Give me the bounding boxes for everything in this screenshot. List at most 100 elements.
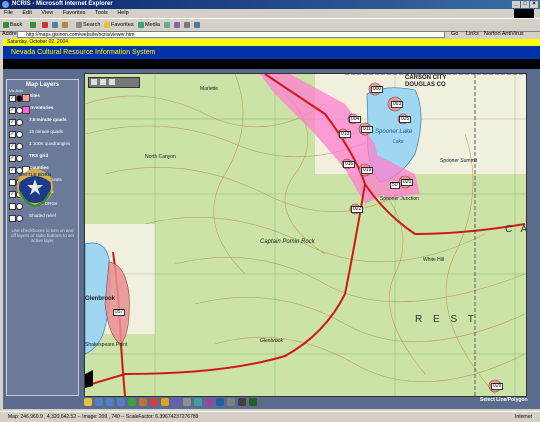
layer-visible-checkbox[interactable]: ✓ [9, 143, 16, 150]
zoom-in-icon[interactable] [84, 398, 92, 406]
map-view[interactable]: CARSON CITY DOUGLAS CO Spooner Lake Spoo… [84, 73, 527, 397]
layer-label: Shaded relief [29, 213, 57, 218]
go-button[interactable]: Go [451, 30, 458, 39]
clear-selection-icon[interactable] [227, 398, 235, 406]
map-label-spooner-summit: Spooner Summit [440, 158, 478, 164]
address-input[interactable]: http://maps.gisinon.com/website/ncris/vi… [17, 31, 445, 38]
site-label: 003 [391, 101, 404, 108]
select-line-icon[interactable] [205, 398, 213, 406]
site-label: 011 [361, 126, 373, 133]
zoom-full-icon[interactable] [106, 398, 114, 406]
stop-icon [42, 21, 48, 28]
map-label-lake: Lake [393, 139, 404, 145]
buffer-icon[interactable] [216, 398, 224, 406]
zoom-out-icon[interactable] [95, 398, 103, 406]
map-label-glenbrook-creek: Glenbrook [260, 338, 284, 344]
media-icon [138, 21, 144, 28]
windows-flag-icon [514, 9, 534, 18]
menu-file[interactable]: File [4, 10, 13, 16]
zoom-last-icon[interactable] [128, 398, 136, 406]
legend-icon[interactable] [109, 79, 115, 85]
menu-edit[interactable]: Edit [22, 10, 31, 16]
home-icon [62, 21, 68, 28]
site-label: 000 [371, 86, 384, 93]
site-label: 004 [349, 116, 362, 123]
help-icon[interactable] [249, 398, 257, 406]
layer-visible-checkbox[interactable]: ✓ [9, 119, 16, 126]
links-button[interactable]: Links [466, 30, 479, 39]
refresh-icon [52, 21, 58, 28]
status-bar: Map: 246,960.9 , 4,320,642.52 -- Image: … [0, 411, 540, 422]
layer-active-radio[interactable] [16, 119, 23, 126]
site-label: 019 [361, 167, 374, 174]
map-label-captain-pomin-rock: Captain Pomin Rock [260, 239, 315, 245]
menu-tools[interactable]: Tools [95, 10, 108, 16]
layer-visible-checkbox[interactable]: ✓ [9, 107, 16, 114]
site-label: 057 [113, 309, 126, 316]
layer-row: ✓ Inventories [7, 105, 78, 117]
highway-50-label: 50 [390, 182, 400, 189]
search-label: Search [83, 22, 101, 28]
select-rectangle-icon[interactable] [194, 398, 202, 406]
layers-panel: Map Layers Vis Actv ✓ Sites ✓ Inventories ✓ 7… [6, 79, 79, 396]
layer-active-radio[interactable] [16, 143, 23, 150]
layer-label: 15 minute quads [29, 129, 63, 134]
edit-icon [194, 21, 200, 28]
window-title: NCRIS - Microsoft Internet Explorer [12, 1, 113, 7]
close-button[interactable]: × [530, 1, 538, 8]
layer-active-radio[interactable] [16, 131, 23, 138]
layer-swatch-icon [22, 106, 30, 114]
back-arrow-icon [3, 21, 9, 28]
site-label: 022 [351, 206, 364, 213]
map-label-spooner-junction: Spooner Junction [380, 196, 419, 202]
map-mini-toolbar [88, 77, 140, 88]
layer-visible-checkbox[interactable] [9, 215, 16, 222]
zoom-active-icon[interactable] [117, 398, 125, 406]
minimize-button[interactable]: _ [512, 1, 520, 8]
ie-logo-icon [2, 1, 9, 8]
menu-help[interactable]: Help [117, 10, 128, 16]
layer-active-radio[interactable] [16, 215, 23, 222]
find-icon[interactable] [172, 398, 180, 406]
map-label-marlette: Marlette [200, 86, 219, 92]
site-label: 025 [399, 116, 412, 123]
overview-map-icon[interactable] [91, 79, 97, 85]
layer-list-icon[interactable] [100, 79, 106, 85]
menu-view[interactable]: View [41, 10, 53, 16]
menu-favorites[interactable]: Favorites [63, 10, 86, 16]
topo-map [85, 74, 526, 396]
query-icon[interactable] [161, 398, 169, 406]
map-label-rest: R E S T [415, 314, 478, 325]
seal-motto: BATTLE BORN [19, 172, 51, 177]
layer-visible-checkbox[interactable]: ✓ [9, 131, 16, 138]
norton-antivirus-button[interactable]: Norton AntiVirus [484, 30, 524, 39]
pan-icon[interactable] [139, 398, 147, 406]
print-map-icon[interactable] [238, 398, 246, 406]
measure-icon[interactable] [183, 398, 191, 406]
print-icon [184, 21, 190, 28]
layer-row: ✓ 7.5 minute quads [7, 117, 78, 129]
maximize-button[interactable]: □ [521, 1, 529, 8]
layer-label: Inventories [29, 105, 54, 110]
back-label: Back [10, 22, 23, 28]
map-label-carson-city: CARSON CITY [405, 75, 447, 81]
identify-icon[interactable] [150, 398, 158, 406]
layer-label: TRS grid [29, 153, 49, 158]
map-label-white-hill: White Hill [423, 257, 445, 263]
site-label: 020 [401, 179, 414, 186]
map-label-north-canyon: North Canyon [145, 154, 176, 160]
date-bar: Saturday, October 02, 2004 [3, 39, 540, 46]
layer-row: Shaded relief [7, 213, 78, 225]
layer-label: 7.5 minute quads [29, 117, 67, 122]
mail-icon [174, 21, 180, 28]
select-mode-label: Select Line/Polygon [480, 397, 528, 403]
layer-hint: Use checkboxes to turn on and off layers… [11, 228, 74, 243]
favorites-star-icon [104, 21, 110, 28]
map-label-shakespeare-point: Shakespeare Point [85, 342, 128, 348]
map-tools-bar [84, 397, 384, 407]
layer-visible-checkbox[interactable]: ✓ [9, 95, 16, 102]
map-label-spooner-lake: Spooner Lake [375, 129, 413, 135]
layer-row: ✓ 1:100K quadrangles [7, 141, 78, 153]
layer-swatch-icon [22, 94, 30, 102]
map-label-c-a: C A [505, 224, 526, 235]
